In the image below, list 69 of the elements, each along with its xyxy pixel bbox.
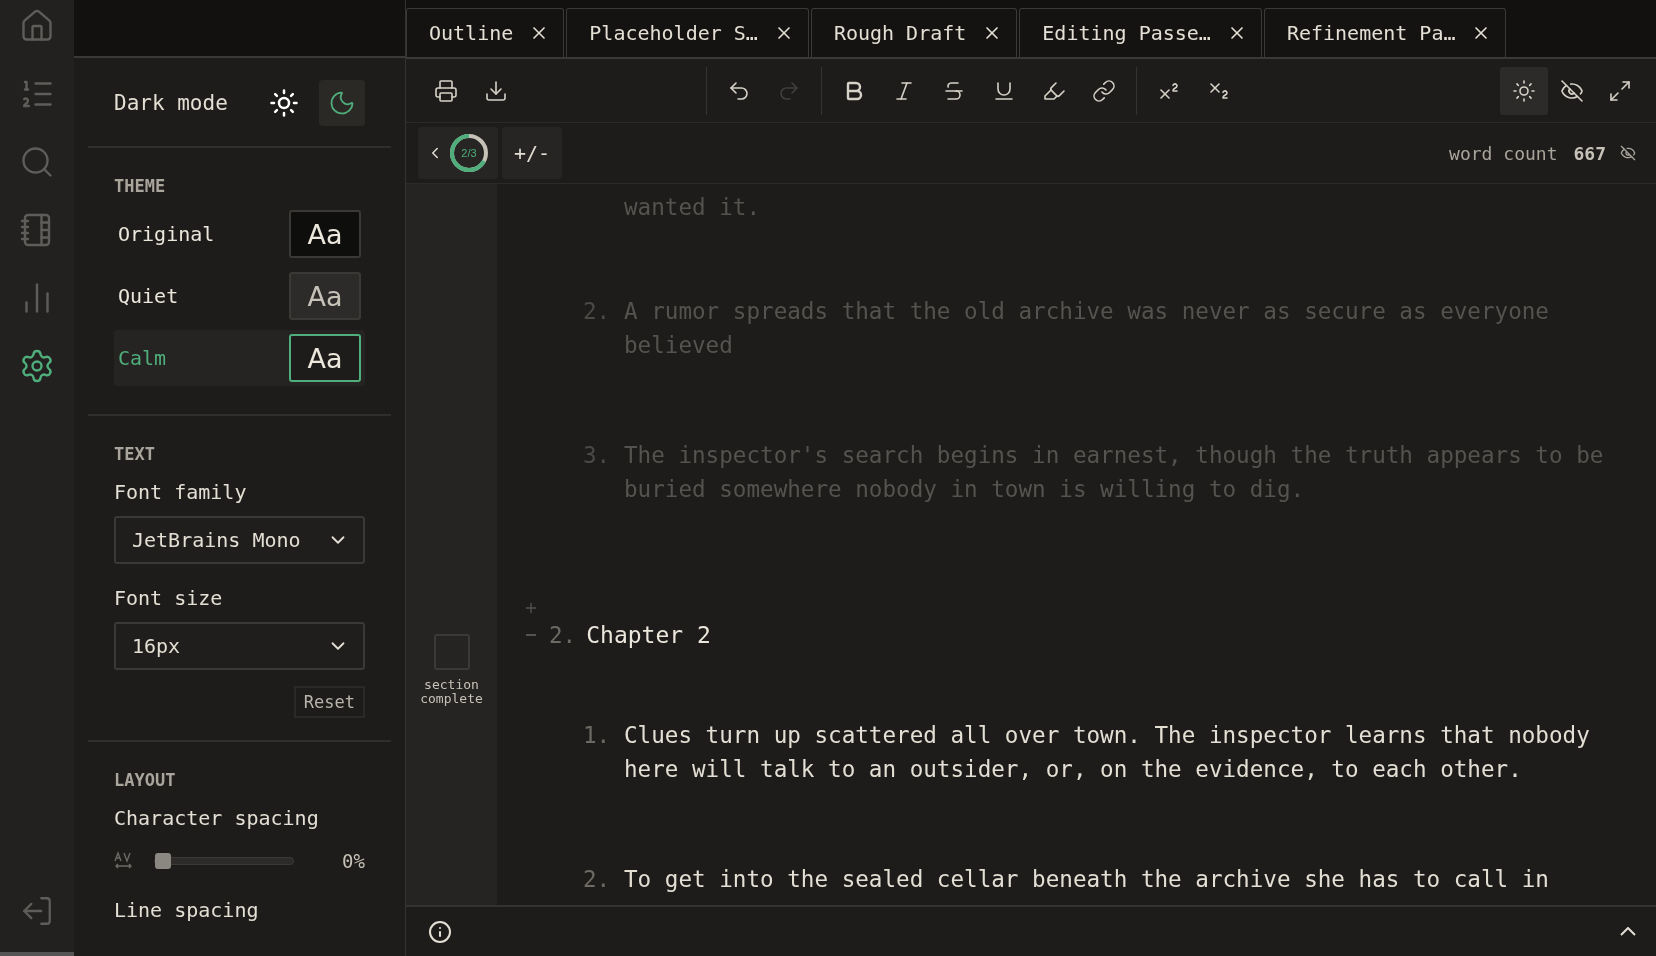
document-tab[interactable]: Rough Draft (810, 8, 1018, 57)
sun-icon (269, 88, 299, 118)
list-number: 2. (549, 621, 577, 650)
theme-label: Calm (118, 346, 167, 370)
chevron-up-icon (1620, 927, 1636, 936)
home-icon (19, 8, 55, 44)
print-icon (434, 78, 458, 103)
settings-icon (19, 348, 55, 384)
section-heading: THEME (114, 176, 167, 196)
progress-ring (448, 132, 490, 174)
document-tab[interactable]: Placeholder S… (566, 8, 809, 57)
expand-icon (1608, 78, 1632, 103)
theme-option[interactable]: Calm Aa (114, 330, 365, 386)
field-label: Character spacing (114, 806, 320, 830)
theme-sample-button[interactable]: Aa (289, 272, 361, 320)
home-nav-button[interactable] (19, 8, 55, 44)
theme-option[interactable]: Original Aa (114, 206, 365, 262)
theme-label: Quiet (118, 284, 179, 308)
font-family-select[interactable]: JetBrains Mono (114, 516, 365, 564)
letter-spacing-icon (114, 851, 134, 871)
settings-nav-button[interactable] (19, 348, 55, 384)
search-nav-button[interactable] (19, 144, 55, 180)
sun-icon (1512, 78, 1536, 103)
moon-button[interactable] (319, 80, 365, 126)
sun-button[interactable] (1500, 66, 1548, 115)
outline-item-text: Clues turn up scattered all over town. The inspector learns that nobody here will talk to an outsider, or, on the evidence, to each other. (624, 721, 1591, 784)
theme-label: Original (118, 222, 215, 246)
document-tab[interactable]: Outline (406, 8, 565, 57)
word-count-value: 667 (1573, 142, 1606, 164)
section-complete-label: section complete (419, 678, 484, 706)
search-icon (19, 144, 55, 180)
exit-button[interactable] (20, 894, 54, 928)
section-heading: TEXT (114, 444, 156, 464)
link-icon (1091, 78, 1116, 103)
field-label: Font family (114, 480, 248, 504)
chapter-title: Chapter 2 (586, 621, 711, 650)
exit-icon (20, 894, 54, 928)
info-button[interactable] (428, 919, 452, 944)
diff-button[interactable]: +/- (502, 127, 563, 179)
list-number: 1. (583, 721, 612, 750)
plus-icon (523, 600, 539, 616)
outline-item-text: A rumor spreads that the old archive was never as secure as everyone believed (624, 297, 1550, 360)
section-progress-button[interactable]: 2/3 (418, 127, 498, 179)
theme-sample-button[interactable]: Aa (289, 334, 361, 382)
section-heading: LAYOUT (114, 770, 177, 790)
minus-icon (526, 634, 536, 636)
outline-item-text: The inspector's search begins in earnest, though the truth appears to be buried somewhere nobody in town is willing to dig. (624, 441, 1605, 504)
word-count-label: word count (1449, 142, 1558, 164)
eye-off-icon[interactable] (1620, 145, 1636, 161)
theme-sample-button[interactable]: Aa (289, 210, 361, 258)
info-icon (428, 919, 452, 944)
document-tab[interactable]: Editing Passe… (1019, 8, 1262, 57)
slider-value: 0% (342, 850, 365, 872)
document-tab[interactable]: Refinement Pa… (1263, 8, 1507, 57)
theme-option[interactable]: Quiet Aa (114, 268, 365, 324)
font-size-select[interactable]: 16px (114, 622, 365, 670)
progress-label: 2/3 (461, 147, 477, 159)
reset-button[interactable]: Reset (293, 686, 365, 718)
field-label: Line spacing (114, 898, 260, 922)
dark-mode-label: Dark mode (114, 91, 229, 115)
download-icon (484, 78, 508, 103)
list-number: 2. (583, 865, 612, 894)
eye-off-icon (1560, 78, 1584, 103)
expand-up-button[interactable] (1620, 927, 1636, 936)
moon-icon (328, 89, 356, 117)
outline-item-text: To get into the sealed cellar beneath the archive she has to call in (624, 865, 1550, 894)
outline-item-text: wanted it. (624, 193, 762, 222)
slider-thumb[interactable] (155, 853, 171, 869)
field-label: Font size (114, 586, 224, 610)
